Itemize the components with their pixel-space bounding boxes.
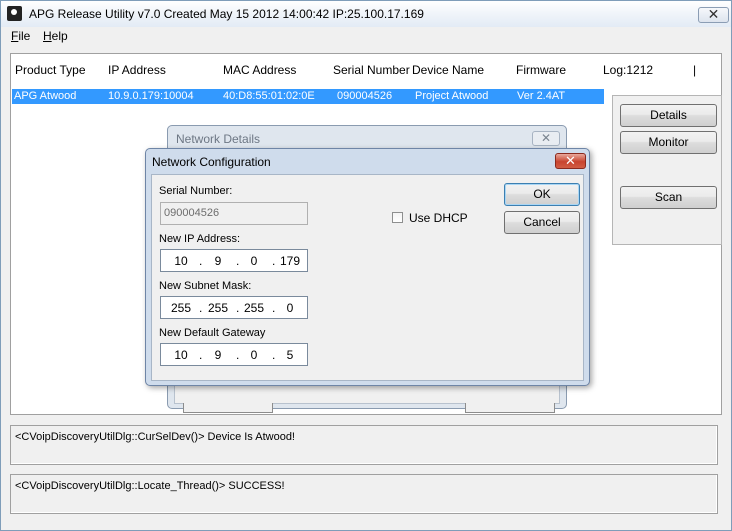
cell-firmware: Ver 2.4AT	[517, 90, 566, 102]
status-log-result: <CVoipDiscoveryUtilDlg::Locate_Thread()>…	[10, 474, 718, 514]
subnet-mask-input[interactable]: 255 . 255 . 255 . 0	[160, 296, 308, 319]
ip-octet-1[interactable]: 10	[168, 254, 194, 268]
subnet-dot: .	[272, 301, 276, 315]
gateway-octet-3[interactable]: 0	[241, 348, 267, 362]
gateway-dot: .	[199, 348, 203, 362]
cell-serial-number: 090004526	[337, 90, 393, 102]
column-mac-address[interactable]: MAC Address	[223, 63, 296, 77]
default-gateway-input[interactable]: 10 . 9 . 0 . 5	[160, 343, 308, 366]
ip-octet-2[interactable]: 9	[205, 254, 231, 268]
network-details-title: Network Details	[176, 132, 261, 146]
menu-help-accel: H	[43, 29, 52, 43]
details-button[interactable]: Details	[620, 104, 717, 127]
column-device-name[interactable]: Device Name	[412, 63, 484, 77]
column-ip-address[interactable]: IP Address	[108, 63, 166, 77]
network-details-button-right[interactable]	[465, 403, 555, 413]
menu-bar: File Help	[1, 27, 731, 46]
close-icon: ✕	[707, 6, 720, 22]
cell-ip-address: 10.9.0.179:10004	[108, 90, 194, 102]
network-details-close-button[interactable]: ✕	[532, 131, 560, 146]
ip-octet-4[interactable]: 179	[277, 254, 303, 268]
network-configuration-close-button[interactable]: ✕	[555, 153, 586, 169]
column-log[interactable]: Log:1212	[603, 63, 653, 77]
ip-dot: .	[236, 254, 240, 268]
gateway-octet-2[interactable]: 9	[205, 348, 231, 362]
close-window-button[interactable]: ✕	[698, 7, 729, 23]
gateway-octet-4[interactable]: 5	[277, 348, 303, 362]
cell-mac-address: 40:D8:55:01:02:0E	[223, 90, 315, 102]
column-divider: |	[693, 63, 697, 77]
subnet-octet-3[interactable]: 255	[241, 301, 267, 315]
gateway-octet-1[interactable]: 10	[168, 348, 194, 362]
cancel-button[interactable]: Cancel	[504, 211, 580, 234]
log-line: <CVoipDiscoveryUtilDlg::CurSelDev()> Dev…	[15, 431, 295, 443]
app-icon[interactable]	[7, 6, 22, 21]
network-configuration-dialog: Network Configuration ✕ Serial Number: 0…	[145, 148, 590, 386]
ip-dot: .	[272, 254, 276, 268]
network-configuration-body: Serial Number: 090004526 New IP Address:…	[151, 174, 584, 381]
window-title: APG Release Utility v7.0 Created May 15 …	[29, 7, 424, 21]
gateway-dot: .	[236, 348, 240, 362]
ip-address-label: New IP Address:	[159, 233, 241, 245]
list-header: Product Type IP Address MAC Address Seri…	[11, 54, 723, 88]
network-configuration-title: Network Configuration	[152, 155, 271, 169]
cell-device-name: Project Atwood	[415, 90, 489, 102]
main-window: APG Release Utility v7.0 Created May 15 …	[0, 0, 732, 531]
ip-dot: .	[199, 254, 203, 268]
ok-button[interactable]: OK	[504, 183, 580, 206]
use-dhcp-checkbox[interactable]	[392, 212, 403, 223]
serial-number-label: Serial Number:	[159, 185, 233, 197]
ip-octet-3[interactable]: 0	[241, 254, 267, 268]
status-log-current: <CVoipDiscoveryUtilDlg::CurSelDev()> Dev…	[10, 425, 718, 465]
column-serial-number[interactable]: Serial Number	[333, 63, 410, 77]
subnet-mask-label: New Subnet Mask:	[159, 280, 252, 292]
serial-number-field: 090004526	[160, 202, 308, 225]
close-icon: ✕	[540, 131, 552, 145]
cell-product-type: APG Atwood	[14, 90, 77, 102]
table-row[interactable]: APG Atwood 10.9.0.179:10004 40:D8:55:01:…	[12, 89, 604, 104]
subnet-octet-2[interactable]: 255	[205, 301, 231, 315]
subnet-dot: .	[236, 301, 240, 315]
title-bar[interactable]: APG Release Utility v7.0 Created May 15 …	[1, 1, 731, 27]
column-firmware[interactable]: Firmware	[516, 63, 566, 77]
menu-file[interactable]: File	[11, 29, 30, 43]
subnet-dot: .	[199, 301, 203, 315]
menu-help[interactable]: Help	[43, 29, 68, 43]
ip-address-input[interactable]: 10 . 9 . 0 . 179	[160, 249, 308, 272]
menu-help-rest: elp	[51, 29, 68, 43]
monitor-button[interactable]: Monitor	[620, 131, 717, 154]
menu-file-rest: ile	[18, 29, 31, 43]
column-product-type[interactable]: Product Type	[15, 63, 86, 77]
use-dhcp-label[interactable]: Use DHCP	[409, 211, 468, 225]
subnet-octet-1[interactable]: 255	[168, 301, 194, 315]
scan-button[interactable]: Scan	[620, 186, 717, 209]
network-details-button-left[interactable]	[183, 403, 273, 413]
subnet-octet-4[interactable]: 0	[277, 301, 303, 315]
close-icon: ✕	[565, 153, 576, 168]
serial-number-value: 090004526	[164, 207, 220, 219]
gateway-dot: .	[272, 348, 276, 362]
log-line: <CVoipDiscoveryUtilDlg::Locate_Thread()>…	[15, 480, 285, 492]
default-gateway-label: New Default Gateway	[159, 327, 266, 339]
